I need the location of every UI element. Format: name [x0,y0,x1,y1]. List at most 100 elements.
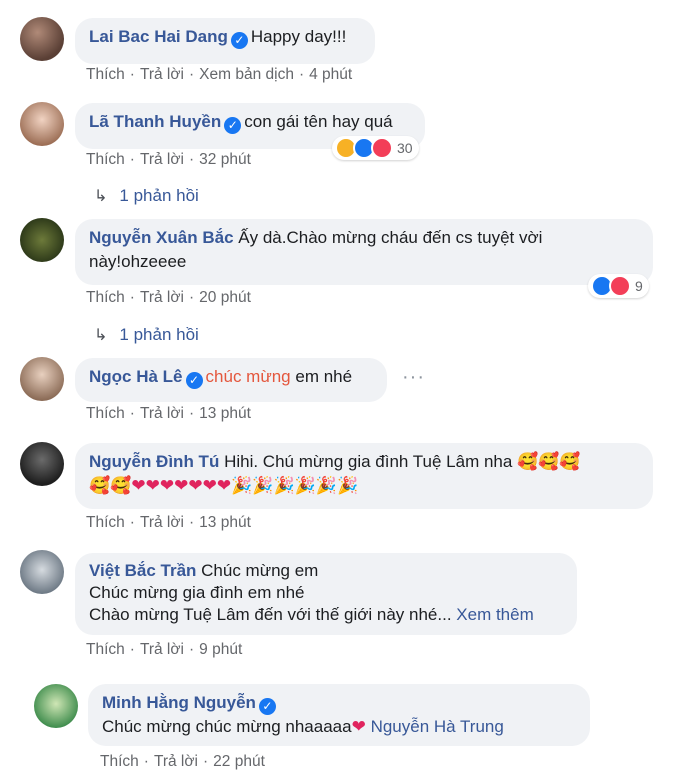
comment-author[interactable]: Lã Thanh Huyền [89,112,221,131]
reaction-count: 30 [397,140,413,156]
view-replies-link[interactable]: ↳ 1 phản hồi [94,186,199,206]
like-link[interactable]: Thích [86,66,125,83]
reply-link[interactable]: Trả lời [154,753,198,770]
reply-link[interactable]: Trả lời [140,641,184,658]
comment-bubble: Nguyễn Xuân Bắc Ấy dà.Chào mừng cháu đến… [75,219,653,285]
like-link[interactable]: Thích [86,641,125,658]
verified-icon: ✓ [230,32,248,49]
comment-author[interactable]: Lai Bac Hai Dang [89,27,228,46]
comment-text: con gái tên hay quá [244,112,393,131]
comment-time[interactable]: 20 phút [199,289,251,306]
avatar[interactable] [20,550,64,594]
reaction-count: 9 [635,278,643,294]
comment-bubble: Việt Bắc Trần Chúc mừng em Chúc mừng gia… [75,553,577,635]
avatar[interactable] [34,684,78,728]
comment-text: Chúc mừng chúc mừng nhaaaaa [102,717,352,736]
smiling-face-icon: 🥰 [538,452,560,472]
view-replies-link[interactable]: ↳ 1 phản hồi [94,325,199,345]
party-popper-icon: 🎉 [294,476,316,496]
reply-arrow-icon: ↳ [94,188,108,205]
like-link[interactable]: Thích [86,514,125,531]
smiling-face-icon: 🥰 [110,476,132,496]
translate-link[interactable]: Xem bản dịch [199,66,294,83]
reply-link[interactable]: Trả lời [140,289,184,306]
separator: · [129,289,135,306]
comment-actions: Thích · Trả lời · 13 phút [86,514,251,532]
like-link[interactable]: Thích [86,289,125,306]
comment-text-line: Chào mừng Tuệ Lâm đến với thế giới này n… [89,605,452,624]
comment-author[interactable]: Nguyễn Đình Tú [89,452,219,471]
smiling-face-icon: 🥰 [517,452,539,472]
comment-time[interactable]: 22 phút [213,753,265,770]
comment-author[interactable]: Việt Bắc Trần [89,561,196,580]
comment-author[interactable]: Ngọc Hà Lê [89,367,183,386]
heart-icon: ❤ [159,476,175,496]
party-popper-icon: 🎉 [273,476,295,496]
separator: · [188,641,195,658]
comment-author[interactable]: Minh Hằng Nguyễn [102,693,256,712]
verified-icon: ✓ [185,372,203,389]
heart-icon: ❤ [351,717,366,737]
comment-time[interactable]: 9 phút [199,641,242,658]
like-link[interactable]: Thích [100,753,139,770]
like-link[interactable]: Thích [86,405,125,422]
comment-actions: Thích · Trả lời · 32 phút [86,151,251,169]
comment-bubble: Lai Bac Hai Dang ✓ Happy day!!! [75,18,375,64]
comment-text-line: này!ohzeeee [89,252,187,271]
more-options-icon[interactable]: ··· [402,366,425,389]
smiling-face-icon: 🥰 [89,476,111,496]
party-popper-icon: 🎉 [252,476,274,496]
highlighted-text[interactable]: chúc mừng [206,367,291,386]
separator: · [188,514,195,531]
comment-time[interactable]: 32 phút [199,151,251,168]
comment-actions: Thích · Trả lời · 20 phút [86,289,251,307]
mentioned-user[interactable]: Nguyễn Hà Trung [371,717,504,736]
replies-count: 1 phản hồi [119,325,199,344]
avatar[interactable] [20,218,64,262]
avatar[interactable] [20,442,64,486]
reaction-summary[interactable]: 9 [588,274,649,298]
avatar[interactable] [20,102,64,146]
separator: · [298,66,305,83]
separator: · [129,641,135,658]
reply-arrow-icon: ↳ [94,327,108,344]
separator: · [129,405,135,422]
comment-actions: Thích · Trả lời · 9 phút [86,641,242,659]
reply-link[interactable]: Trả lời [140,405,184,422]
replies-count: 1 phản hồi [119,186,199,205]
love-icon [609,275,631,297]
separator: · [143,753,149,770]
heart-icon: ❤ [131,476,146,496]
reply-link[interactable]: Trả lời [140,151,184,168]
heart-icon: ❤ [202,476,217,496]
comment-text: Hihi. Chú mừng gia đình Tuệ Lâm nha [224,452,513,471]
separator: · [188,289,195,306]
verified-icon: ✓ [258,698,276,715]
comment-time[interactable]: 13 phút [199,514,251,531]
like-link[interactable]: Thích [86,151,125,168]
separator: · [129,514,135,531]
heart-icon: ❤ [145,476,160,496]
reply-link[interactable]: Trả lời [140,514,184,531]
smiling-face-icon: 🥰 [559,452,581,472]
verified-icon: ✓ [224,117,242,134]
see-more-link[interactable]: Xem thêm [456,605,533,624]
comment-bubble: Nguyễn Đình Tú Hihi. Chú mừng gia đình T… [75,443,653,509]
comment-text: em nhé [295,367,353,386]
comment-author[interactable]: Nguyễn Xuân Bắc [89,228,234,247]
reaction-summary[interactable]: 30 [332,136,419,160]
comment-bubble: Minh Hằng Nguyễn ✓ Chúc mừng chúc mừng nh… [88,684,590,746]
comment-time[interactable]: 4 phút [309,66,352,83]
separator: · [188,66,195,83]
separator: · [188,151,195,168]
comment-text-line: Chúc mừng gia đình em nhé [89,583,305,602]
comment-bubble: Ngọc Hà Lê ✓ chúc mừng em nhé [75,358,387,402]
comment-actions: Thích · Trả lời · 13 phút [86,405,251,423]
comment-time[interactable]: 13 phút [199,405,251,422]
love-icon [371,137,393,159]
heart-icon: ❤ [188,476,203,496]
reply-link[interactable]: Trả lời [140,66,184,83]
avatar[interactable] [20,17,64,61]
party-popper-icon: 🎉 [336,476,359,496]
avatar[interactable] [20,357,64,401]
